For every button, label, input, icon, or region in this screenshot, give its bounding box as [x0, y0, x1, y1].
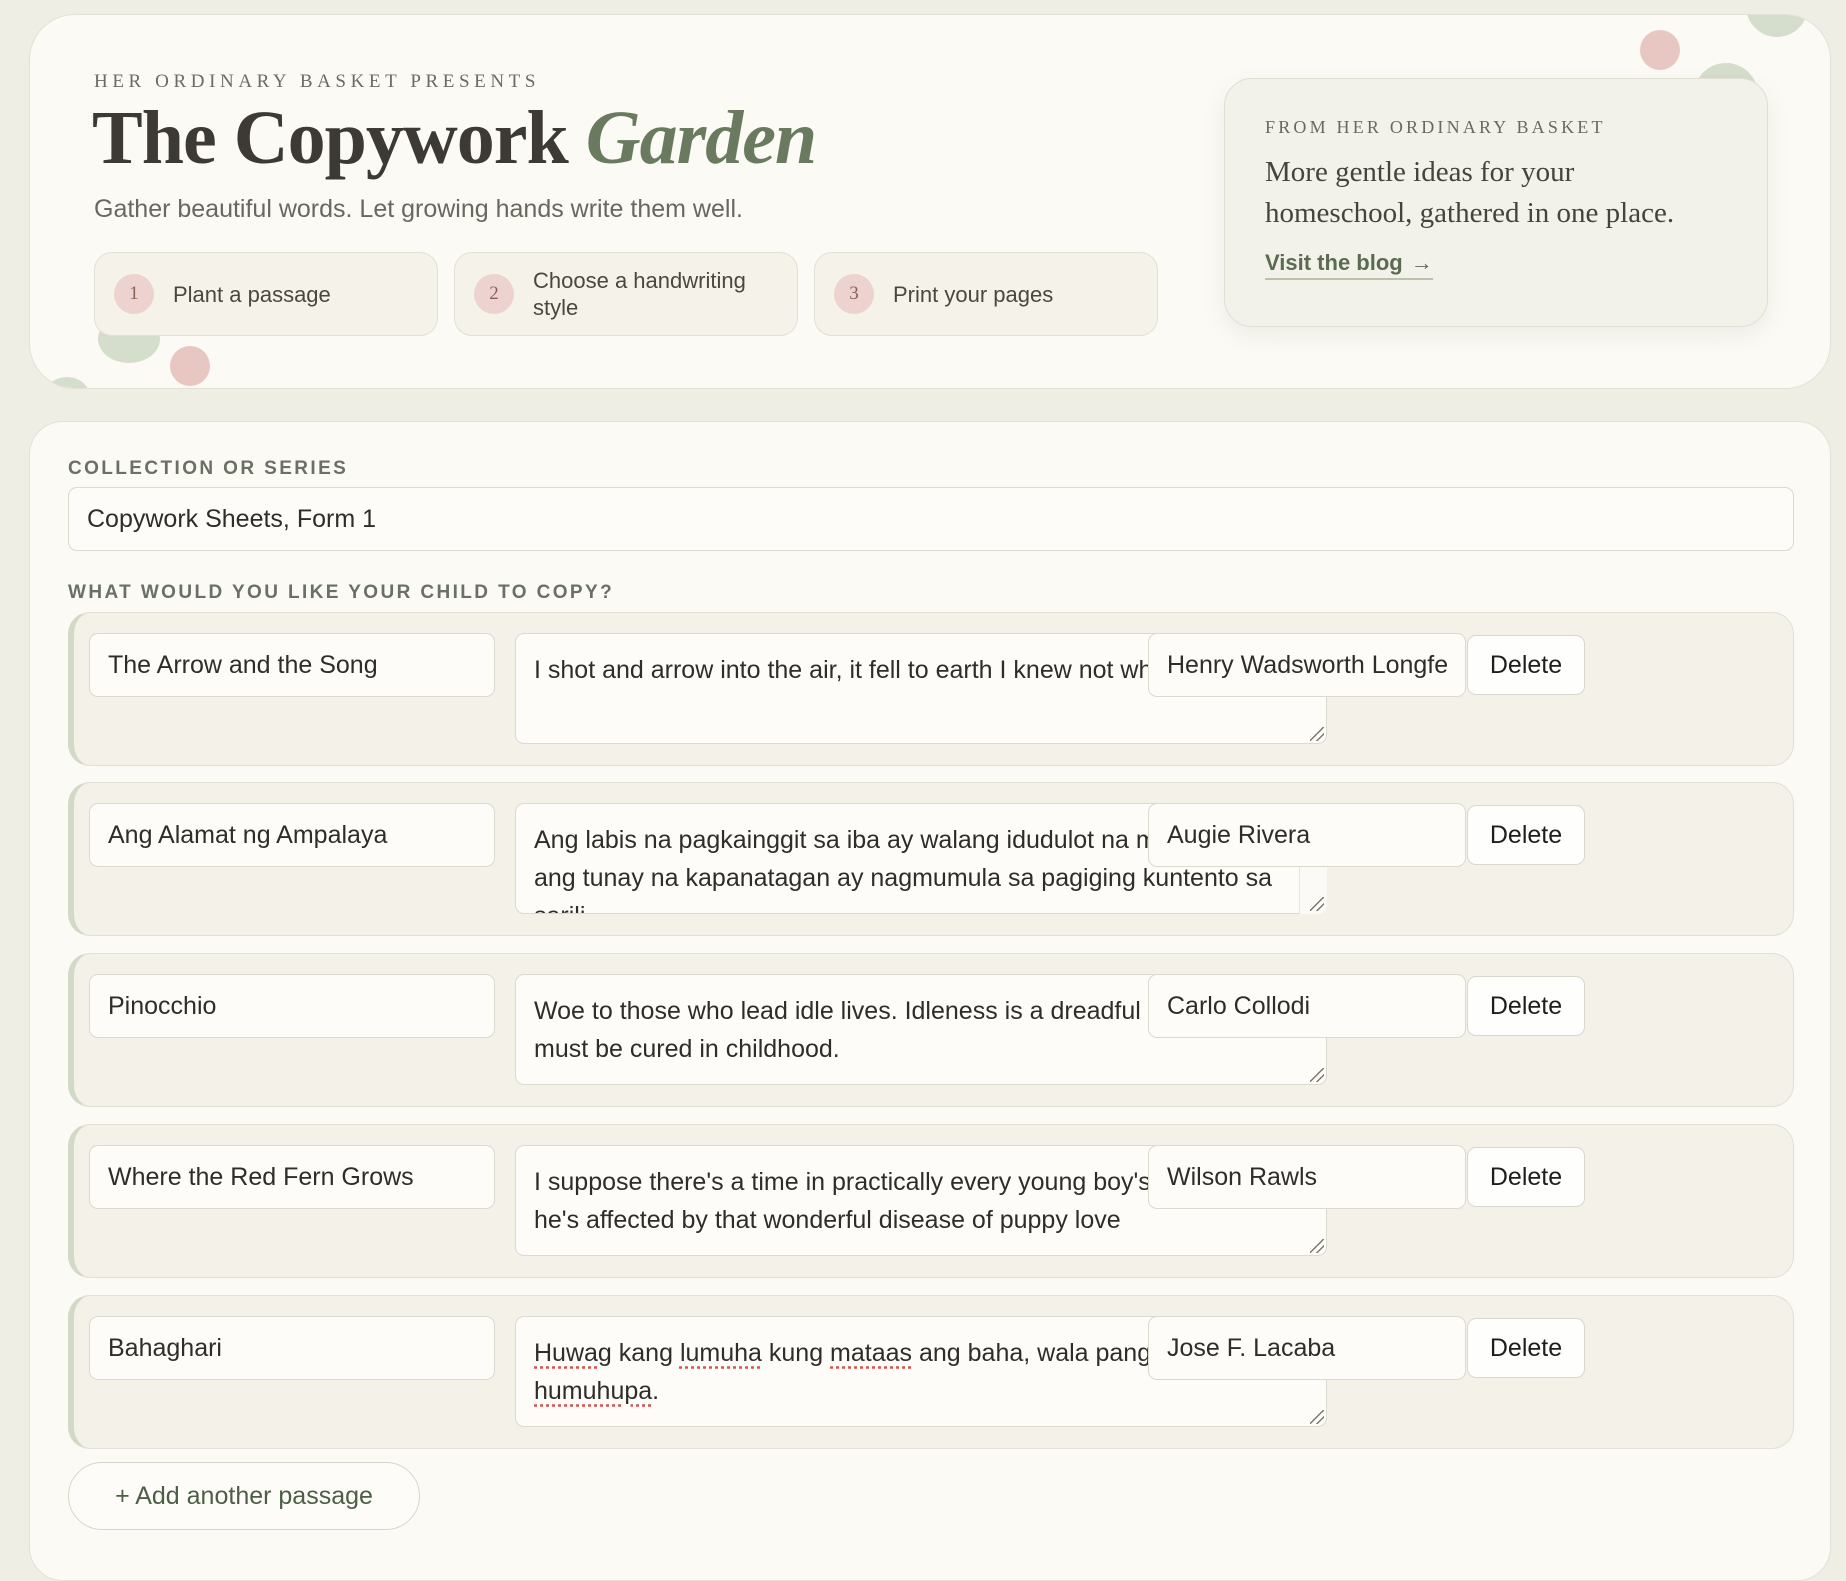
delete-passage-button[interactable]: Delete [1467, 635, 1585, 695]
resize-grip-icon[interactable] [1310, 1239, 1324, 1253]
passage-title-input[interactable] [89, 633, 495, 697]
resize-grip-icon[interactable] [1310, 1410, 1324, 1424]
step-card: 2 Choose a handwriting style [454, 252, 798, 336]
page-title: The Copywork Garden [92, 95, 817, 182]
passage-row: I suppose there's a time in practically … [68, 1124, 1794, 1278]
passage-row: Ang labis na pagkainggit sa iba ay walan… [68, 782, 1794, 936]
misspelled-word: Huwag [534, 1339, 612, 1367]
passage-title-input[interactable] [89, 1316, 495, 1380]
step-label: Choose a handwriting style [533, 268, 746, 320]
collection-input[interactable] [68, 487, 1794, 551]
passage-author-input[interactable] [1148, 633, 1466, 697]
passage-author-input[interactable] [1148, 803, 1466, 867]
hero-tagline: Gather beautiful words. Let growing hand… [94, 195, 743, 223]
step-number: 1 [114, 274, 154, 314]
decor-dot [44, 377, 90, 388]
passage-title-input[interactable] [89, 974, 495, 1038]
quote-text: kung [761, 1339, 831, 1367]
resize-grip-icon[interactable] [1310, 1068, 1324, 1082]
passages-label: WHAT WOULD YOU LIKE YOUR CHILD TO COPY? [68, 582, 615, 603]
quote-text: kang [611, 1339, 680, 1367]
step-label: Print your pages [893, 281, 1054, 307]
passage-row: Woe to those who lead idle lives. Idlene… [68, 953, 1794, 1107]
misspelled-word: lumuha [679, 1339, 762, 1367]
step-number: 2 [474, 274, 514, 314]
misspelled-word: humuhupa [534, 1377, 653, 1405]
hero-eyebrow: HER ORDINARY BASKET PRESENTS [94, 71, 541, 92]
passage-title-input[interactable] [89, 1145, 495, 1209]
misspelled-word: mataas [830, 1339, 913, 1367]
passage-author-input[interactable] [1148, 1145, 1466, 1209]
step-number: 3 [834, 274, 874, 314]
delete-passage-button[interactable]: Delete [1467, 976, 1585, 1036]
resize-grip-icon[interactable] [1310, 897, 1324, 911]
passage-author-input[interactable] [1148, 1316, 1466, 1380]
collection-label: COLLECTION OR SERIES [68, 458, 349, 479]
add-passage-button[interactable]: + Add another passage [68, 1462, 420, 1530]
decor-dot [1746, 15, 1808, 37]
page-title-main: The Copywork [92, 96, 569, 180]
passage-row: Huwag kang lumuha kung mataas ang baha, … [68, 1295, 1794, 1449]
copywork-form: COLLECTION OR SERIES WHAT WOULD YOU LIKE… [29, 421, 1831, 1581]
passage-row: I shot and arrow into the air, it fell t… [68, 612, 1794, 766]
delete-passage-button[interactable]: Delete [1467, 805, 1585, 865]
passage-author-input[interactable] [1148, 974, 1466, 1038]
decor-dot [1640, 30, 1680, 70]
visit-blog-label: Visit the blog [1265, 250, 1403, 275]
arrow-right-icon: → [1410, 250, 1433, 275]
blog-blurb: More gentle ideas for your homeschool, g… [1265, 156, 1675, 229]
step-card: 3 Print your pages [814, 252, 1158, 336]
visit-blog-link[interactable]: Visit the blog → [1265, 250, 1433, 280]
hero-card: HER ORDINARY BASKET PRESENTS The Copywor… [29, 14, 1831, 389]
blog-kicker: FROM HER ORDINARY BASKET [1265, 117, 1606, 137]
resize-grip-icon[interactable] [1310, 727, 1324, 741]
blog-promo-card: FROM HER ORDINARY BASKET More gentle ide… [1224, 78, 1768, 327]
step-label: Plant a passage [173, 281, 331, 307]
passage-title-input[interactable] [89, 803, 495, 867]
step-card: 1 Plant a passage [94, 252, 438, 336]
quote-text: . [652, 1377, 660, 1405]
delete-passage-button[interactable]: Delete [1467, 1147, 1585, 1207]
decor-dot [170, 346, 210, 386]
delete-passage-button[interactable]: Delete [1467, 1318, 1585, 1378]
page-title-accent: Garden [585, 96, 817, 180]
